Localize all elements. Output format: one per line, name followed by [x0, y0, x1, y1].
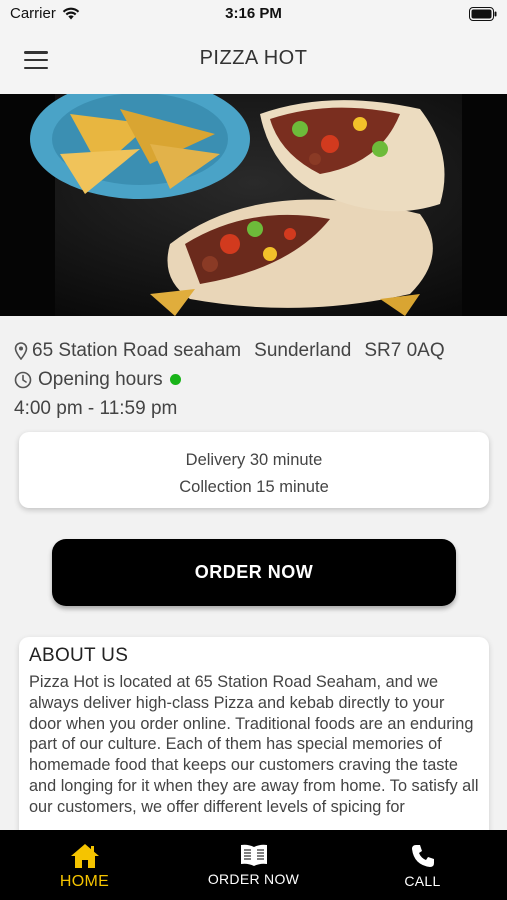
delivery-time: Delivery 30 minute — [185, 451, 323, 469]
clock-icon — [14, 371, 32, 389]
address-row: 65 Station Road seaham Sunderland SR7 0A… — [14, 336, 494, 365]
app-header: PIZZA HOT — [0, 30, 507, 94]
open-status-dot — [169, 374, 181, 385]
location-pin-icon — [14, 341, 28, 360]
status-bar: Carrier 3:16 PM — [0, 0, 507, 30]
about-us-title: ABOUT US — [29, 645, 129, 666]
address-street: 65 Station Road seaham — [32, 339, 242, 361]
opening-hours-label: Opening hours — [38, 368, 163, 390]
tab-order-now[interactable]: ORDER NOW — [169, 830, 338, 900]
bottom-tab-bar: HOME ORDER NOW CALL — [0, 830, 507, 900]
phone-icon — [411, 845, 434, 867]
hours-row: 4:00 pm - 11:59 pm — [14, 394, 494, 423]
address-postcode: SR7 0AQ — [364, 339, 445, 361]
collection-time: Collection 15 minute — [179, 478, 329, 496]
hero-image — [0, 94, 507, 316]
opening-hours-value: 4:00 pm - 11:59 pm — [14, 397, 178, 419]
menu-book-icon — [240, 844, 267, 866]
status-time: 3:16 PM — [225, 5, 282, 22]
about-us-text: Pizza Hot is located at 65 Station Road … — [29, 673, 479, 816]
battery-icon — [469, 7, 497, 21]
delivery-times-card: Delivery 30 minute Collection 15 minute — [19, 432, 489, 508]
home-icon — [70, 844, 99, 868]
tab-call[interactable]: CALL — [338, 830, 507, 900]
opening-hours-row: Opening hours — [14, 365, 494, 394]
restaurant-info: 65 Station Road seaham Sunderland SR7 0A… — [14, 336, 494, 423]
tab-home-label: HOME — [59, 873, 110, 890]
tab-home[interactable]: HOME — [0, 830, 169, 900]
tab-call-label: CALL — [404, 873, 441, 889]
tab-order-now-label: ORDER NOW — [207, 871, 300, 887]
address-city: Sunderland — [254, 339, 352, 361]
order-now-button[interactable]: ORDER NOW — [52, 539, 456, 606]
page-title: PIZZA HOT — [199, 47, 308, 69]
